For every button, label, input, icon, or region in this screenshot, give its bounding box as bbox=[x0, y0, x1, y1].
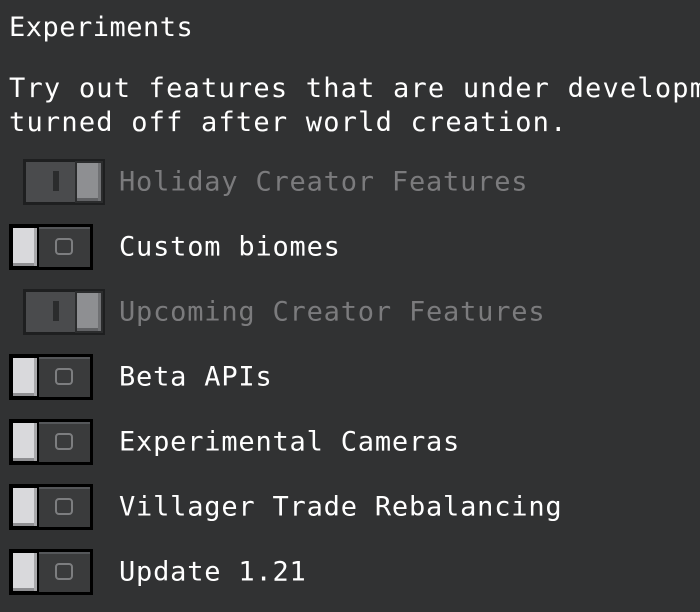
toggle-off-mark bbox=[55, 368, 73, 385]
page-title: Experiments bbox=[9, 12, 194, 43]
toggle-off-mark bbox=[55, 433, 73, 450]
experiment-row-custom-biomes: Custom biomes bbox=[0, 217, 700, 277]
custom-biomes-toggle[interactable] bbox=[9, 224, 93, 270]
description-line-2: turned off after world creation. bbox=[9, 107, 568, 138]
experiment-row-holiday-creator-features: Holiday Creator Features bbox=[0, 152, 700, 212]
toggle-off-mark bbox=[55, 498, 73, 515]
toggle-on-mark bbox=[53, 171, 59, 191]
experiment-label: Custom biomes bbox=[119, 231, 341, 263]
description-line-1: Try out features that are under developm bbox=[9, 73, 700, 104]
experiment-row-update-1-21: Update 1.21 bbox=[0, 542, 700, 602]
toggle-knob bbox=[11, 551, 39, 593]
toggle-off-mark bbox=[55, 563, 73, 580]
experiment-row-experimental-cameras: Experimental Cameras bbox=[0, 412, 700, 472]
experiment-row-beta-apis: Beta APIs bbox=[0, 347, 700, 407]
experiment-row-villager-trade-rebalancing: Villager Trade Rebalancing bbox=[0, 477, 700, 537]
toggle-knob bbox=[11, 356, 39, 398]
experimental-cameras-toggle[interactable] bbox=[9, 419, 93, 465]
experiments-description: Try out features that are under developm… bbox=[9, 72, 700, 140]
toggle-knob bbox=[11, 486, 39, 528]
experiment-label: Update 1.21 bbox=[119, 556, 307, 588]
toggle-knob bbox=[75, 291, 103, 333]
experiment-label: Beta APIs bbox=[119, 361, 273, 393]
beta-apis-toggle[interactable] bbox=[9, 354, 93, 400]
update-1-21-toggle[interactable] bbox=[9, 549, 93, 595]
toggle-off-mark bbox=[55, 238, 73, 255]
experiment-label: Upcoming Creator Features bbox=[119, 296, 546, 328]
experiment-label: Holiday Creator Features bbox=[119, 166, 529, 198]
experiment-row-upcoming-creator-features: Upcoming Creator Features bbox=[0, 282, 700, 342]
toggle-on-mark bbox=[53, 301, 59, 321]
upcoming-creator-features-toggle[interactable] bbox=[23, 289, 105, 335]
experiment-label: Experimental Cameras bbox=[119, 426, 461, 458]
toggle-knob bbox=[11, 421, 39, 463]
villager-trade-rebalancing-toggle[interactable] bbox=[9, 484, 93, 530]
experiment-label: Villager Trade Rebalancing bbox=[119, 491, 563, 523]
toggle-knob bbox=[75, 161, 103, 203]
toggle-knob bbox=[11, 226, 39, 268]
holiday-creator-features-toggle[interactable] bbox=[23, 159, 105, 205]
